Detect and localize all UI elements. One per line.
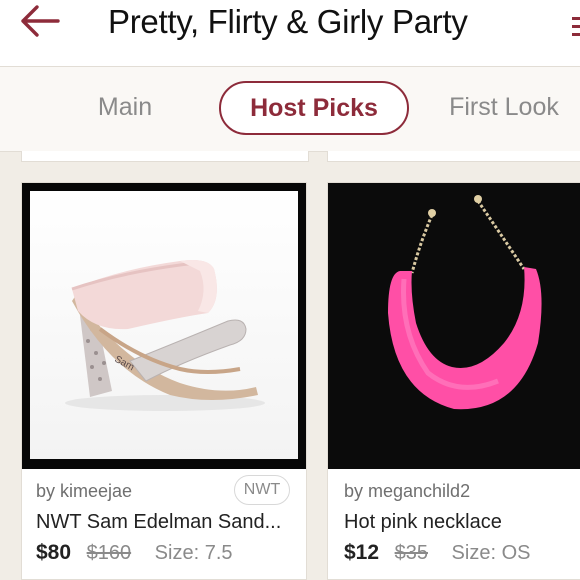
listing-card[interactable]: by meganchild2 Hot pink necklace $12 $35…: [327, 182, 580, 580]
menu-button[interactable]: [570, 14, 580, 38]
party-tabs: Main Host Picks First Look: [0, 67, 580, 152]
size-label: Size: OS: [451, 542, 531, 564]
listing-card[interactable]: Sam by kimeejae NWT NWT Sam Edelman Sand…: [21, 182, 307, 580]
arrow-left-icon: [21, 5, 60, 37]
listing-photo-necklace[interactable]: [328, 183, 580, 469]
price-row: $12 $35 Size: OS: [344, 541, 530, 565]
original-price: $160: [86, 542, 132, 564]
page-title: Pretty, Flirty & Girly Party: [108, 3, 468, 40]
listing-title[interactable]: NWT Sam Edelman Sand...: [36, 511, 298, 534]
sandal-image: Sam: [65, 260, 265, 411]
tab-first-look[interactable]: First Look: [434, 81, 574, 133]
seller-name[interactable]: by kimeejae: [36, 481, 132, 502]
back-button[interactable]: [18, 4, 62, 38]
listing-title[interactable]: Hot pink necklace: [344, 511, 580, 534]
previous-card-bottom: [21, 151, 309, 162]
original-price: $35: [394, 542, 428, 564]
necklace-image: [388, 195, 542, 410]
size-label: Size: 7.5: [154, 542, 233, 564]
seller-name[interactable]: by meganchild2: [344, 481, 470, 502]
price: $80: [36, 541, 72, 564]
previous-card-bottom: [327, 151, 580, 162]
tab-main[interactable]: Main: [76, 81, 174, 133]
nwt-badge: NWT: [234, 475, 290, 505]
tab-host-picks[interactable]: Host Picks: [219, 81, 409, 135]
price-row: $80 $160 Size: 7.5: [36, 541, 233, 565]
listing-photo-sandals[interactable]: Sam: [22, 183, 306, 469]
price: $12: [344, 541, 380, 564]
menu-icon: [572, 17, 580, 36]
header-bar: Pretty, Flirty & Girly Party: [0, 0, 580, 67]
